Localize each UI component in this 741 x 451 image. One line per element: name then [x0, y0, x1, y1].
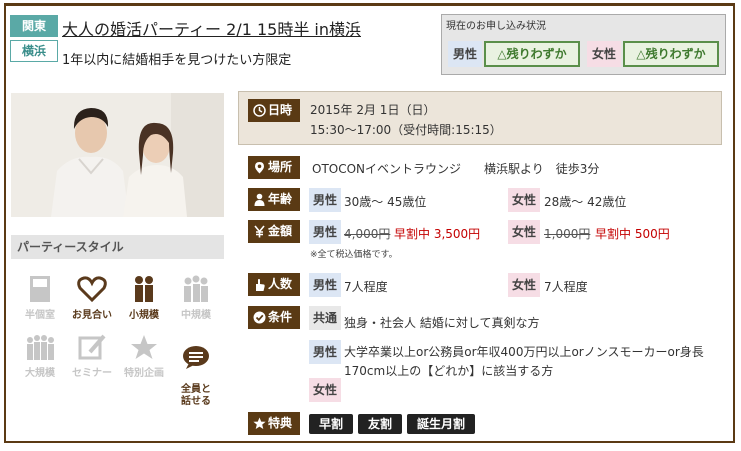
- label-conditions: 条件: [248, 306, 300, 329]
- style-label: 半個室: [25, 310, 55, 321]
- star-icon: [253, 417, 266, 429]
- heart-icon: [77, 276, 107, 303]
- style-omiai[interactable]: お見合い: [66, 274, 118, 321]
- map-pin-icon: [255, 162, 264, 174]
- yen-icon: [254, 225, 265, 238]
- city-tag[interactable]: 横浜: [10, 40, 58, 62]
- count-female-label: 女性: [508, 273, 540, 297]
- conditions-common-value: 独身・社会人 結婚に対して真剣な方: [344, 316, 540, 330]
- style-small-scale[interactable]: 小規模: [118, 274, 170, 321]
- status-male-badge: △残りわずか: [484, 41, 580, 67]
- conditions-common-label: 共通: [309, 306, 341, 330]
- price-male-label: 男性: [309, 220, 341, 244]
- couple-photo: [11, 93, 224, 217]
- price-male-regular: 4,000円: [344, 227, 391, 241]
- party-style-heading: パーティースタイル: [11, 235, 224, 259]
- conditions-male-value-2: 170cm以上の【どれか】に該当する方: [344, 364, 554, 378]
- style-semi-private[interactable]: 半個室: [14, 274, 66, 321]
- label-date: 日時: [248, 99, 300, 122]
- access-info: 横浜駅より 徒歩3分: [484, 162, 600, 176]
- style-label: セミナー: [72, 368, 112, 379]
- party-title-link[interactable]: 大人の婚活パーティー 2/1 15時半 in横浜: [62, 16, 361, 40]
- style-talk-to-all[interactable]: 全員と 話せる: [170, 332, 222, 408]
- age-male-label: 男性: [309, 188, 341, 212]
- person-icon: [254, 193, 265, 206]
- star-icon: [131, 335, 157, 359]
- label-age: 年齢: [248, 188, 300, 211]
- date-value: 2015年 2月 1日（日）: [310, 103, 436, 117]
- style-label: 大規模: [25, 368, 55, 379]
- medium-group-icon: [184, 275, 208, 302]
- speech-bubble-icon: [183, 346, 209, 369]
- style-large-scale[interactable]: 大規模: [14, 332, 66, 379]
- large-group-icon: [27, 335, 54, 360]
- price-male-discount: 早割中 3,500円: [394, 227, 481, 241]
- count-male-value: 7人程度: [344, 280, 388, 294]
- style-medium-scale[interactable]: 中規模: [170, 274, 222, 321]
- style-label: 小規模: [129, 310, 159, 321]
- check-circle-icon: [253, 311, 266, 324]
- region-tag[interactable]: 関東: [10, 15, 58, 37]
- label-price: 金額: [248, 220, 300, 243]
- perk-birthday-discount[interactable]: 誕生月割: [407, 414, 475, 434]
- party-subtitle: 1年以内に結婚相手を見つけたい方限定: [62, 53, 292, 68]
- price-female-discount: 早割中 500円: [595, 227, 670, 241]
- tax-note: ※全て税込価格です。: [310, 250, 398, 260]
- hand-point-icon: [256, 279, 265, 291]
- style-label: 中規模: [181, 310, 211, 321]
- pen-icon: [78, 334, 106, 360]
- status-female-badge: △残りわずか: [623, 41, 719, 67]
- style-label: 特別企画: [124, 368, 164, 379]
- venue-link[interactable]: OTOCONイベントラウンジ: [312, 160, 461, 177]
- age-male-value: 30歳〜 45歳位: [344, 195, 427, 209]
- price-female-regular: 1,000円: [544, 227, 591, 241]
- age-female-label: 女性: [508, 188, 540, 212]
- style-label: 全員と 話せる: [181, 384, 211, 407]
- style-special[interactable]: 特別企画: [118, 332, 170, 379]
- perk-friend-discount[interactable]: 友割: [358, 414, 402, 434]
- count-female-value: 7人程度: [544, 280, 588, 294]
- style-seminar[interactable]: セミナー: [66, 332, 118, 379]
- time-value: 15:30〜17:00（受付時間:15:15）: [310, 123, 502, 137]
- status-heading: 現在のお申し込み状況: [446, 21, 546, 32]
- door-icon: [30, 276, 50, 302]
- small-group-icon: [135, 276, 153, 302]
- application-status-box: 現在のお申し込み状況 男性 △残りわずか 女性 △残りわずか: [441, 14, 726, 75]
- age-female-value: 28歳〜 42歳位: [544, 195, 627, 209]
- style-label: お見合い: [72, 310, 112, 321]
- conditions-female-label: 女性: [309, 378, 341, 402]
- status-male-label: 男性: [448, 41, 482, 67]
- label-place: 場所: [248, 156, 300, 179]
- label-perks: 特典: [248, 412, 300, 435]
- clock-icon: [253, 104, 266, 117]
- count-male-label: 男性: [309, 273, 341, 297]
- label-count: 人数: [248, 273, 300, 296]
- perk-early-discount[interactable]: 早割: [309, 414, 353, 434]
- price-female-label: 女性: [508, 220, 540, 244]
- conditions-male-label: 男性: [309, 340, 341, 364]
- status-female-label: 女性: [587, 41, 621, 67]
- conditions-male-value-1: 大学卒業以上or公務員or年収400万円以上orノンスモーカーor身長: [344, 345, 704, 359]
